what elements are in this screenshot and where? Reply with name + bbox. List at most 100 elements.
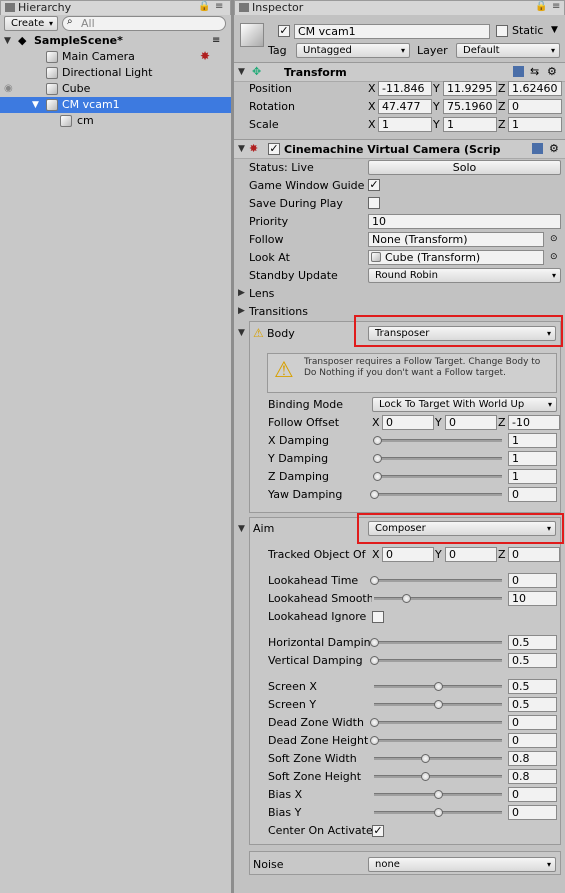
aim-row-value-field[interactable]: 0	[508, 733, 557, 748]
hierarchy-item-cm-vcam1[interactable]: ▼ CM vcam1	[0, 97, 231, 113]
visibility-eye-icon[interactable]: ◉	[4, 81, 13, 97]
aim-row-slider-handle[interactable]	[434, 682, 443, 691]
transform-header[interactable]: ▼ ✥ Transform ⇆ ⚙	[234, 62, 565, 82]
collapse-arrow-icon[interactable]: ▼	[238, 524, 245, 534]
center-on-activate-checkbox[interactable]: ✓	[372, 825, 384, 837]
expand-arrow-icon[interactable]: ▶	[238, 288, 245, 298]
follow-offset-z-field[interactable]: -10	[508, 415, 560, 430]
collapse-arrow-icon[interactable]: ▼	[238, 328, 245, 338]
aim-row-value-field[interactable]: 0.5	[508, 635, 557, 650]
preset-icon[interactable]: ⇆	[530, 65, 539, 78]
aim-row-slider-track[interactable]	[374, 721, 502, 724]
scale-z-field[interactable]: 1	[508, 117, 562, 132]
vcam-header[interactable]: ▼ ✸ ✓ Cinemachine Virtual Camera (Scrip …	[234, 139, 565, 159]
tab-menu-icon[interactable]: ≡	[215, 1, 223, 12]
tracked-offset-z-field[interactable]: 0	[508, 547, 560, 562]
scale-x-field[interactable]: 1	[378, 117, 432, 132]
aim-row-value-field[interactable]: 0.8	[508, 751, 557, 766]
aim-row-slider-track[interactable]	[374, 597, 502, 600]
object-name-field[interactable]: CM vcam1	[294, 24, 490, 39]
aim-row-slider-track[interactable]	[374, 739, 502, 742]
position-x-field[interactable]: -11.846	[378, 81, 432, 96]
aim-row-slider-handle[interactable]	[370, 656, 379, 665]
scene-row[interactable]: ▼ ◆ SampleScene* ≡	[0, 33, 231, 49]
z-damping-slider-track[interactable]	[374, 475, 502, 478]
aim-row-slider-track[interactable]	[374, 775, 502, 778]
collapse-arrow-icon[interactable]: ▼	[238, 144, 245, 154]
tag-dropdown[interactable]: Untagged ▾	[296, 43, 410, 58]
x-damping-slider-handle[interactable]	[372, 436, 382, 445]
aim-row-slider-handle[interactable]	[434, 790, 443, 799]
y-damping-value-field[interactable]: 1	[508, 451, 557, 466]
aim-row-value-field[interactable]: 0.8	[508, 769, 557, 784]
lens-foldout[interactable]: Lens	[249, 286, 274, 301]
expand-arrow-icon[interactable]: ▼	[32, 97, 39, 113]
x-damping-value-field[interactable]: 1	[508, 433, 557, 448]
aim-row-slider-track[interactable]	[374, 757, 502, 760]
position-y-field[interactable]: 11.9295	[443, 81, 497, 96]
aim-row-slider-handle[interactable]	[370, 638, 379, 647]
aim-row-slider-handle[interactable]	[434, 700, 443, 709]
aim-row-slider-handle[interactable]	[434, 808, 443, 817]
tab-menu-icon[interactable]: ≡	[552, 1, 560, 12]
component-enabled-checkbox[interactable]: ✓	[268, 143, 280, 155]
tracked-offset-x-field[interactable]: 0	[382, 547, 434, 562]
expand-arrow-icon[interactable]: ▼	[4, 33, 11, 49]
static-checkbox[interactable]	[496, 25, 508, 37]
lookahead-ignore-y-checkbox[interactable]	[372, 611, 384, 623]
follow-offset-x-field[interactable]: 0	[382, 415, 434, 430]
rotation-y-field[interactable]: 75.1960	[443, 99, 497, 114]
transitions-foldout[interactable]: Transitions	[249, 304, 308, 319]
standby-update-dropdown[interactable]: Round Robin ▾	[368, 268, 561, 283]
z-damping-value-field[interactable]: 1	[508, 469, 557, 484]
aim-row-value-field[interactable]: 0	[508, 715, 557, 730]
yaw-damping-value-field[interactable]: 0	[508, 487, 557, 502]
layer-dropdown[interactable]: Default ▾	[456, 43, 560, 58]
aim-row-slider-handle[interactable]	[370, 718, 379, 727]
aim-row-value-field[interactable]: 0.5	[508, 697, 557, 712]
position-z-field[interactable]: 1.62460	[508, 81, 562, 96]
y-damping-slider-handle[interactable]	[372, 454, 382, 463]
scene-menu-icon[interactable]: ≡	[212, 33, 220, 49]
chevron-down-icon[interactable]: ▼	[551, 23, 558, 38]
follow-field[interactable]: None (Transform)	[368, 232, 544, 247]
lock-icon[interactable]: 🔒	[535, 1, 547, 12]
active-checkbox[interactable]: ✓	[278, 25, 290, 37]
z-damping-slider-handle[interactable]	[372, 472, 382, 481]
create-button[interactable]: Create ▾	[4, 16, 58, 31]
aim-row-slider-track[interactable]	[374, 579, 502, 582]
object-picker-icon[interactable]: ⊙	[550, 232, 558, 247]
aim-row-value-field[interactable]: 0	[508, 805, 557, 820]
hierarchy-item-directional-light[interactable]: Directional Light	[0, 65, 231, 81]
game-window-guides-checkbox[interactable]: ✓	[368, 179, 380, 191]
aim-row-value-field[interactable]: 0	[508, 573, 557, 588]
expand-arrow-icon[interactable]: ▶	[238, 306, 245, 316]
hierarchy-item-cube[interactable]: ◉ Cube	[0, 81, 231, 97]
aim-row-slider-track[interactable]	[374, 659, 502, 662]
aim-row-value-field[interactable]: 10	[508, 591, 557, 606]
lock-icon[interactable]: 🔒	[198, 1, 210, 12]
binding-mode-dropdown[interactable]: Lock To Target With World Up ▾	[372, 397, 557, 412]
yaw-damping-slider-track[interactable]	[374, 493, 502, 496]
aim-row-value-field[interactable]: 0	[508, 787, 557, 802]
save-during-play-checkbox[interactable]	[368, 197, 380, 209]
solo-button[interactable]: Solo	[368, 160, 561, 175]
hierarchy-item-cm[interactable]: cm	[0, 113, 231, 129]
yaw-damping-slider-handle[interactable]	[370, 490, 379, 499]
tracked-offset-y-field[interactable]: 0	[445, 547, 497, 562]
noise-dropdown[interactable]: none ▾	[368, 857, 556, 872]
hierarchy-item-main-camera[interactable]: Main Camera ✸	[0, 49, 231, 65]
settings-gear-icon[interactable]: ⚙	[549, 142, 559, 155]
help-icon[interactable]	[532, 143, 543, 154]
collapse-arrow-icon[interactable]: ▼	[238, 67, 245, 77]
aim-row-value-field[interactable]: 0.5	[508, 679, 557, 694]
rotation-z-field[interactable]: 0	[508, 99, 562, 114]
x-damping-slider-track[interactable]	[374, 439, 502, 442]
aim-row-slider-handle[interactable]	[370, 736, 379, 745]
scale-y-field[interactable]: 1	[443, 117, 497, 132]
aim-row-slider-track[interactable]	[374, 641, 502, 644]
hierarchy-tab[interactable]: Hierarchy	[0, 0, 231, 15]
aim-row-slider-handle[interactable]	[370, 576, 379, 585]
rotation-x-field[interactable]: 47.477	[378, 99, 432, 114]
inspector-tab[interactable]: Inspector	[234, 0, 565, 15]
